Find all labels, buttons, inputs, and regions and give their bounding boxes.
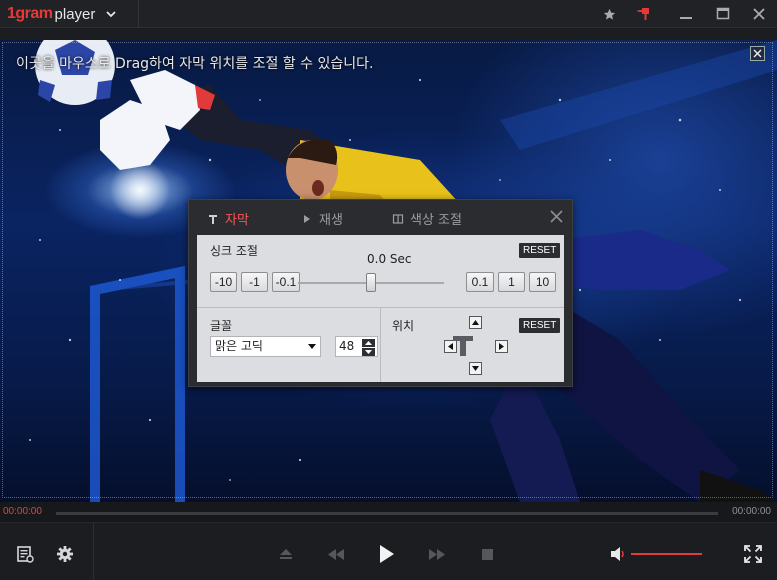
arrow-down-icon[interactable] xyxy=(469,362,482,375)
sync-reset-button[interactable]: RESET xyxy=(519,243,561,258)
current-time: 00:00:00 xyxy=(3,506,42,517)
sync-minus-0-1-button[interactable]: -0.1 xyxy=(272,272,300,292)
total-time: 00:00:00 xyxy=(732,506,771,517)
play-icon[interactable] xyxy=(376,543,398,565)
volume-icon[interactable] xyxy=(608,543,630,565)
spin-up-icon[interactable] xyxy=(362,339,375,347)
tab-label: 자막 xyxy=(225,213,249,228)
pin-icon[interactable] xyxy=(634,4,654,24)
color-adjust-icon xyxy=(392,213,404,224)
subtitle-settings-panel: 자막 재생 색상 조절 싱크 조절 RESET 0.0 Sec -10 -1 -… xyxy=(188,199,573,387)
stop-icon[interactable] xyxy=(476,543,498,565)
brand-name: player xyxy=(54,5,96,23)
font-label: 글꼴 xyxy=(210,319,233,333)
arrow-right-icon[interactable] xyxy=(495,340,508,353)
close-icon[interactable] xyxy=(749,4,769,24)
text-T-icon xyxy=(209,214,217,224)
arrow-up-icon[interactable] xyxy=(469,316,482,329)
star-icon[interactable] xyxy=(599,4,619,24)
position-reset-button[interactable]: RESET xyxy=(519,318,561,333)
chevron-down-icon xyxy=(106,11,117,18)
control-bar xyxy=(0,522,777,580)
section-divider xyxy=(380,308,381,382)
fullscreen-icon[interactable] xyxy=(742,543,764,565)
sync-minus-1-button[interactable]: -1 xyxy=(241,272,268,292)
sync-plus-1-button[interactable]: 1 xyxy=(498,272,525,292)
position-label: 위치 xyxy=(392,319,415,333)
volume-slider[interactable] xyxy=(631,553,702,555)
tab-color-adjust[interactable]: 색상 조절 xyxy=(392,209,462,228)
eject-icon[interactable] xyxy=(275,543,297,565)
close-icon[interactable] xyxy=(750,46,765,61)
tab-label: 재생 xyxy=(319,213,343,228)
tab-subtitle[interactable]: 자막 xyxy=(207,209,249,228)
sync-minus-10-button[interactable]: -10 xyxy=(210,272,237,292)
panel-tab-bar: 자막 재생 색상 조절 xyxy=(189,200,572,235)
gear-icon[interactable] xyxy=(54,543,76,565)
font-size-value: 48 xyxy=(339,339,355,353)
fast-forward-icon[interactable] xyxy=(426,543,448,565)
subtitle-hint-text: 이곳을 마우스로 Drag하여 자막 위치를 조절 할 수 있습니다. xyxy=(16,56,374,72)
playlist-icon[interactable] xyxy=(14,543,36,565)
rewind-icon[interactable] xyxy=(325,543,347,565)
font-size-stepper[interactable]: 48 xyxy=(335,336,378,357)
play-triangle-icon xyxy=(304,214,310,223)
tab-label: 색상 조절 xyxy=(410,213,462,228)
sync-plus-0-1-button[interactable]: 0.1 xyxy=(466,272,494,292)
minimize-icon[interactable] xyxy=(676,4,696,24)
seek-bar[interactable] xyxy=(56,512,718,515)
font-selected-value: 맑은 고딕 xyxy=(215,339,263,353)
sync-value: 0.0 Sec xyxy=(367,252,412,266)
panel-body: 싱크 조절 RESET 0.0 Sec -10 -1 -0.1 0.1 1 10… xyxy=(197,235,564,382)
divider xyxy=(93,523,94,580)
sync-label: 싱크 조절 xyxy=(210,244,258,258)
player-window: 1gram player 이곳을 마우스로 Drag하여 자막 위치를 조절 할… xyxy=(0,0,777,580)
text-position-T-icon xyxy=(453,336,473,356)
brand-prefix: 1gram xyxy=(7,5,53,22)
tab-playback[interactable]: 재생 xyxy=(301,209,343,228)
sync-plus-10-button[interactable]: 10 xyxy=(529,272,556,292)
brand-menu[interactable]: 1gram player xyxy=(0,0,139,28)
spin-down-icon[interactable] xyxy=(362,348,375,356)
font-select[interactable]: 맑은 고딕 xyxy=(210,336,321,357)
chevron-down-icon xyxy=(308,344,316,349)
title-bar: 1gram player xyxy=(0,0,777,28)
sync-slider-thumb[interactable] xyxy=(366,273,376,292)
maximize-icon[interactable] xyxy=(713,4,733,24)
close-icon[interactable] xyxy=(549,209,564,224)
progress-bar-row: 00:00:00 00:00:00 xyxy=(0,502,777,522)
